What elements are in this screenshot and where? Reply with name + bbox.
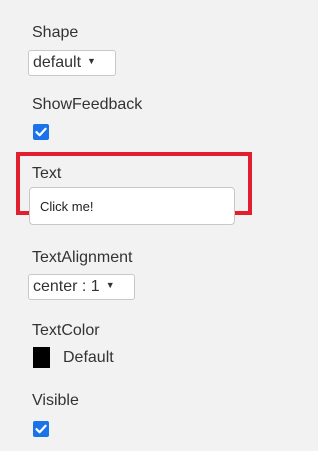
text-alignment-value: center : 1 bbox=[33, 278, 100, 296]
visible-checkbox[interactable] bbox=[33, 421, 49, 437]
text-input[interactable] bbox=[29, 187, 235, 225]
shape-value: default bbox=[33, 54, 82, 72]
properties-panel: Shape default ▼ ShowFeedback Text TextAli… bbox=[0, 0, 318, 451]
show-feedback-checkbox[interactable] bbox=[33, 124, 49, 140]
text-color-picker[interactable]: Default bbox=[32, 346, 132, 370]
text-color-label: TextColor bbox=[32, 322, 100, 339]
show-feedback-label: ShowFeedback bbox=[32, 96, 143, 113]
text-color-value: Default bbox=[63, 349, 114, 366]
checkmark-icon bbox=[35, 127, 47, 137]
text-alignment-dropdown[interactable]: center : 1 ▼ bbox=[28, 274, 135, 300]
checkmark-icon bbox=[35, 424, 47, 434]
chevron-down-icon: ▼ bbox=[105, 280, 115, 290]
shape-label: Shape bbox=[32, 24, 79, 41]
visible-label: Visible bbox=[32, 392, 79, 409]
text-alignment-label: TextAlignment bbox=[32, 249, 133, 266]
shape-dropdown[interactable]: default ▼ bbox=[28, 50, 116, 76]
chevron-down-icon: ▼ bbox=[87, 56, 96, 66]
color-swatch bbox=[33, 347, 50, 368]
text-label: Text bbox=[32, 165, 62, 182]
